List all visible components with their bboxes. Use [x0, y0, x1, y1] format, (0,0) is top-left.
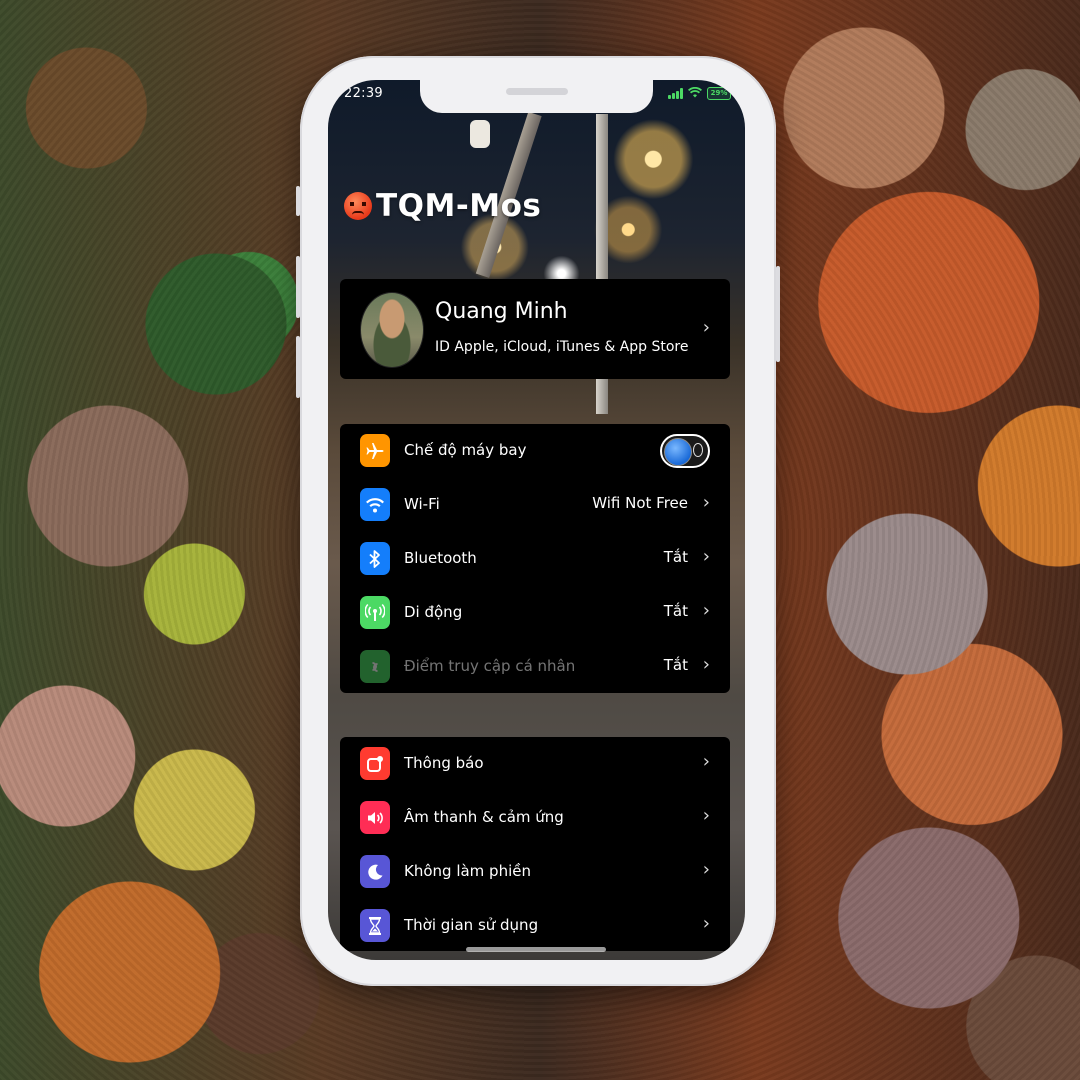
volume-down-button — [296, 336, 300, 398]
angry-face-icon — [344, 192, 372, 220]
apple-id-card[interactable]: Quang Minh ID Apple, iCloud, iTunes & Ap… — [340, 279, 730, 379]
battery-icon: 29% — [707, 87, 731, 100]
row-value: Tắt — [663, 656, 688, 674]
settings-row-notifications[interactable]: Thông báo › — [340, 737, 730, 791]
cellular-icon — [360, 596, 390, 629]
brand-header: TQM-Mos — [344, 188, 541, 224]
chevron-right-icon: › — [702, 546, 710, 567]
brand-title: TQM-Mos — [376, 188, 542, 224]
row-label: Bluetooth — [404, 549, 477, 567]
row-label: Chế độ máy bay — [404, 441, 527, 459]
settings-row-screen-time[interactable]: Thời gian sử dụng › — [340, 899, 730, 953]
settings-row-sounds[interactable]: Âm thanh & cảm ứng › — [340, 791, 730, 845]
status-time: 22:39 — [344, 86, 383, 101]
airplane-mode-toggle[interactable] — [660, 434, 710, 468]
row-label: Wi-Fi — [404, 495, 440, 513]
power-button — [776, 266, 780, 362]
chevron-right-icon: › — [702, 751, 710, 772]
street-lamp — [470, 120, 490, 148]
settings-row-personal-hotspot[interactable]: Điểm truy cập cá nhân Tắt › — [340, 640, 730, 694]
toggle-knob — [664, 438, 692, 466]
profile-subtitle: ID Apple, iCloud, iTunes & App Store — [435, 339, 689, 355]
mute-switch — [296, 186, 300, 216]
status-icons: 29% — [668, 86, 731, 100]
bluetooth-icon — [360, 542, 390, 575]
profile-name: Quang Minh — [435, 299, 568, 324]
signal-icon — [668, 88, 683, 99]
chevron-right-icon: › — [702, 600, 710, 621]
chevron-right-icon: › — [702, 492, 710, 513]
settings-row-airplane-mode[interactable]: Chế độ máy bay — [340, 424, 730, 478]
chevron-right-icon: › — [702, 913, 710, 934]
phone-screen: 22:39 29% TQM-Mos Quang Minh ID Apple, i… — [328, 80, 745, 960]
phone-mockup: 22:39 29% TQM-Mos Quang Minh ID Apple, i… — [296, 56, 780, 986]
row-label: Điểm truy cập cá nhân — [404, 657, 576, 675]
hotspot-icon — [360, 650, 390, 683]
wifi-status-icon — [687, 86, 703, 100]
home-indicator[interactable] — [466, 947, 606, 952]
settings-row-cellular[interactable]: Di động Tắt › — [340, 586, 730, 640]
toggle-off-indicator — [693, 443, 703, 457]
chevron-right-icon: › — [702, 805, 710, 826]
settings-row-do-not-disturb[interactable]: Không làm phiền › — [340, 845, 730, 899]
settings-row-bluetooth[interactable]: Bluetooth Tắt › — [340, 532, 730, 586]
volume-up-button — [296, 256, 300, 318]
notifications-group: Thông báo › Âm thanh & cảm ứng › Không l… — [340, 737, 730, 951]
row-value: Tắt — [663, 548, 688, 566]
row-value: Wifi Not Free — [592, 494, 688, 512]
row-value: Tắt — [663, 602, 688, 620]
row-label: Thời gian sử dụng — [404, 916, 539, 934]
chevron-right-icon: › — [702, 317, 710, 338]
earpiece-speaker — [506, 88, 568, 95]
moon-icon — [360, 855, 390, 888]
wifi-icon — [360, 488, 390, 521]
airplane-icon — [360, 434, 390, 467]
row-label: Không làm phiền — [404, 862, 531, 880]
row-label: Di động — [404, 603, 463, 621]
hourglass-icon — [360, 909, 390, 942]
chevron-right-icon: › — [702, 859, 710, 880]
notifications-icon — [360, 747, 390, 780]
chevron-right-icon: › — [702, 654, 710, 675]
notch — [420, 80, 653, 113]
connectivity-group: Chế độ máy bay Wi-Fi Wifi Not Free › Blu — [340, 424, 730, 693]
avatar — [360, 292, 424, 368]
row-label: Thông báo — [404, 754, 484, 772]
sound-icon — [360, 801, 390, 834]
row-label: Âm thanh & cảm ứng — [404, 808, 564, 826]
settings-row-wifi[interactable]: Wi-Fi Wifi Not Free › — [340, 478, 730, 532]
